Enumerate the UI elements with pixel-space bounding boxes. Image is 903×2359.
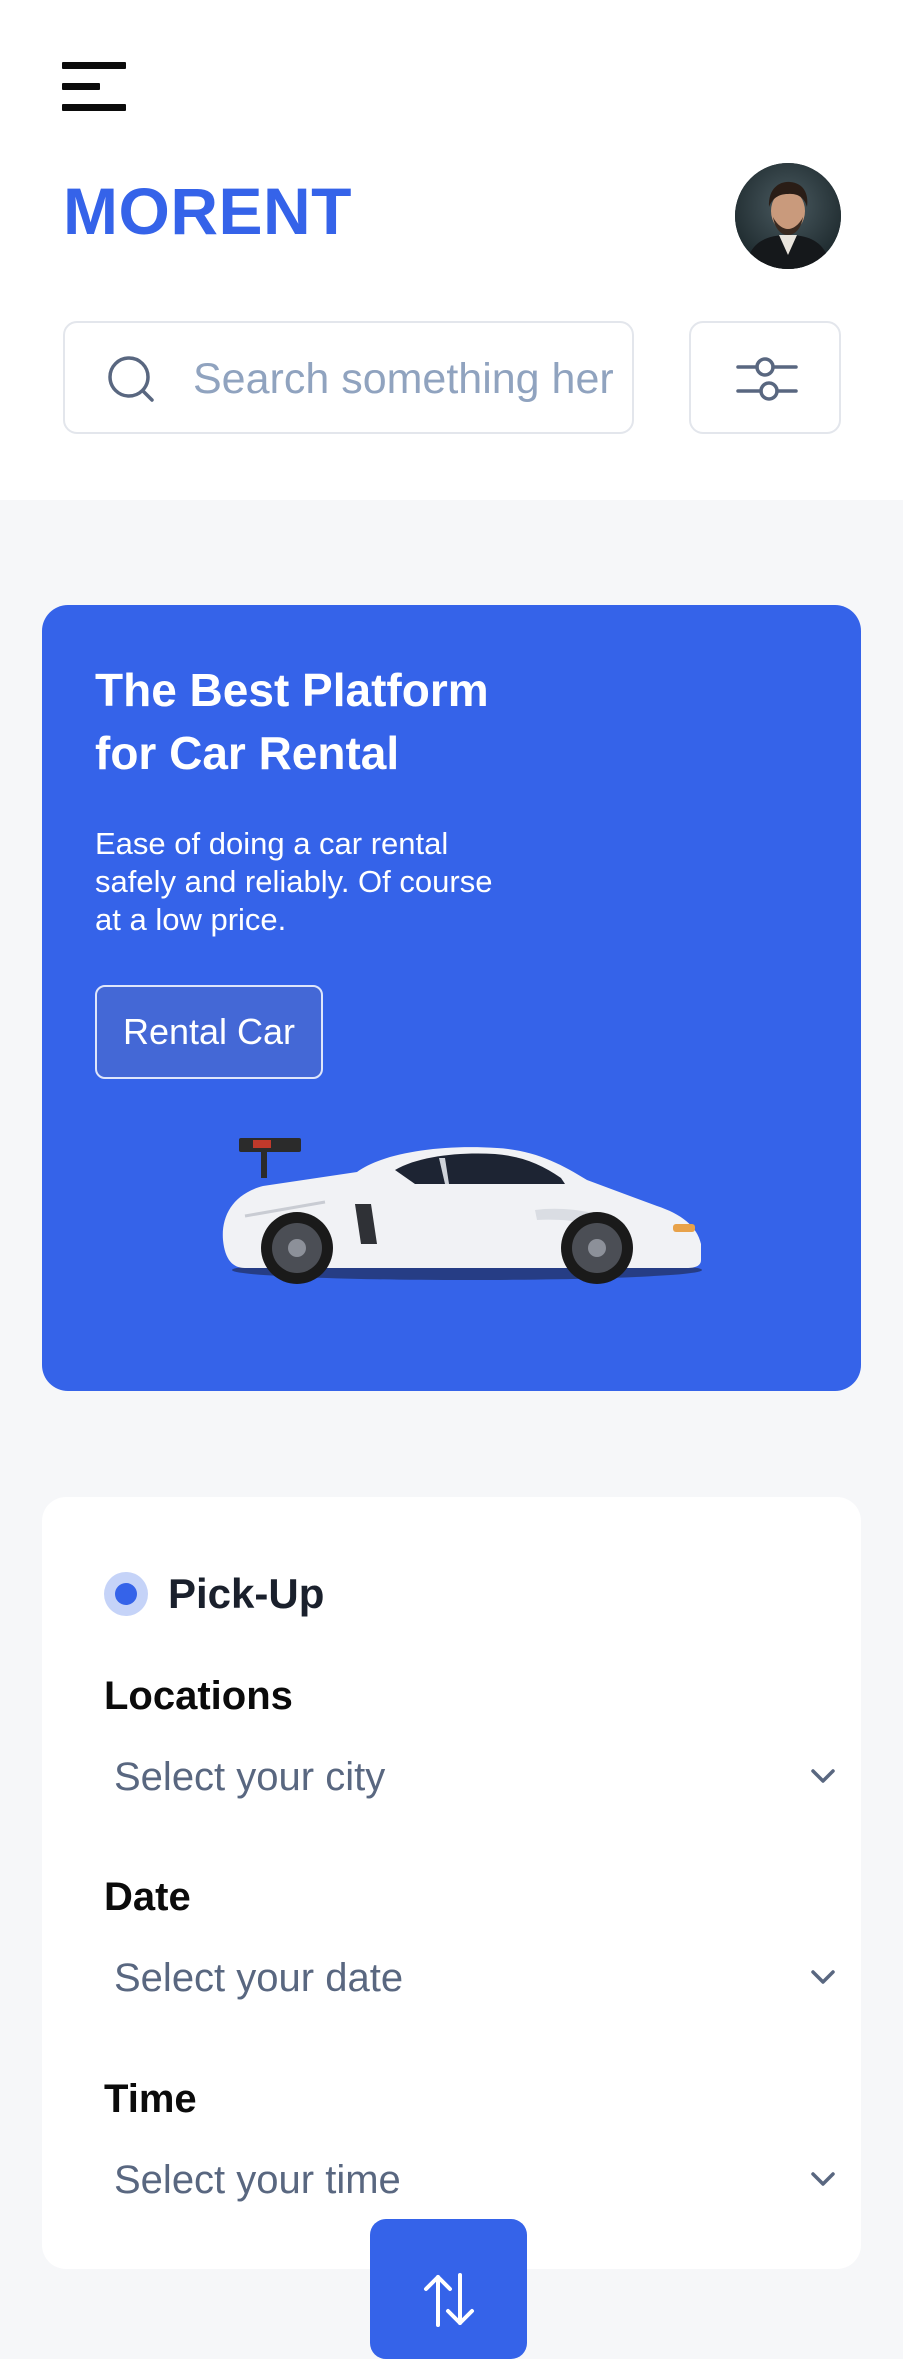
- hero-subtitle-line: at a low price.: [95, 902, 287, 937]
- hero-subtitle-line: Ease of doing a car rental: [95, 826, 449, 861]
- location-select-value: Select your city: [114, 1755, 386, 1799]
- pickup-title: Pick-Up: [168, 1570, 325, 1617]
- avatar-icon: [735, 163, 841, 269]
- hero-title-line: The Best Platform: [95, 664, 489, 716]
- menu-bar: [62, 62, 126, 69]
- filter-button[interactable]: [689, 321, 841, 434]
- rental-car-button[interactable]: Rental Car: [95, 985, 323, 1079]
- menu-bar: [62, 104, 126, 111]
- locations-label: Locations: [104, 1674, 293, 1718]
- hero-subtitle-line: safely and reliably. Of course: [95, 864, 493, 899]
- swap-locations-button[interactable]: [370, 2219, 527, 2359]
- hamburger-menu-icon[interactable]: [62, 62, 126, 112]
- hero-banner: The Best Platform for Car Rental Ease of…: [42, 605, 861, 1391]
- sports-car-image: [222, 1138, 702, 1284]
- chevron-down-icon: [811, 1769, 835, 1783]
- swap-arrows-icon: [424, 2273, 474, 2327]
- hero-title-line: for Car Rental: [95, 727, 400, 779]
- brand-logo[interactable]: MORENT: [63, 178, 352, 244]
- filter-sliders-icon: [736, 357, 798, 401]
- chevron-down-icon: [811, 1970, 835, 1984]
- date-select-value: Select your date: [114, 1956, 404, 2000]
- search-icon: [108, 356, 154, 402]
- user-avatar[interactable]: [735, 163, 841, 269]
- location-select[interactable]: Select your city: [104, 1745, 844, 1809]
- hero-title: The Best Platform for Car Rental: [95, 659, 615, 785]
- date-select[interactable]: Select your date: [104, 1946, 844, 2010]
- time-label: Time: [104, 2077, 197, 2121]
- menu-bar: [62, 83, 100, 90]
- chevron-down-icon: [811, 2172, 835, 2186]
- time-select[interactable]: Select your time: [104, 2148, 844, 2212]
- search-input[interactable]: [191, 347, 615, 411]
- search-bar: [63, 321, 634, 434]
- date-label: Date: [104, 1875, 191, 1919]
- pickup-radio[interactable]: [104, 1572, 148, 1616]
- top-header: MORENT: [0, 0, 903, 500]
- hero-subtitle: Ease of doing a car rental safely and re…: [95, 825, 565, 939]
- pickup-card: Pick-Up Locations Select your city Date …: [42, 1497, 861, 2269]
- time-select-value: Select your time: [114, 2158, 401, 2202]
